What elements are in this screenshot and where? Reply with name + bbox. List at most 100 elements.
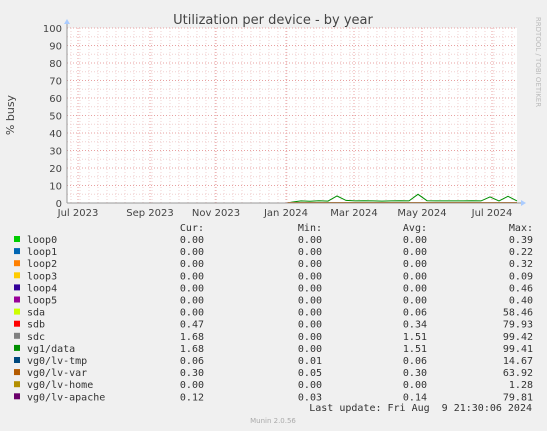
legend-swatch <box>14 308 20 315</box>
legend-series-name: loop2 <box>27 259 57 270</box>
legend-series-name: loop0 <box>27 235 57 246</box>
legend-value: 0.34 <box>403 320 427 331</box>
x-tick-label: Jul 2024 <box>471 208 513 219</box>
y-axis-label: % busy <box>4 94 17 135</box>
legend-series-name: loop3 <box>27 271 57 282</box>
legend-value: 0.00 <box>403 296 427 307</box>
legend-swatch <box>14 284 20 291</box>
legend-value: 1.68 <box>180 332 204 343</box>
legend-header: Min: <box>298 223 322 234</box>
legend-value: 1.51 <box>403 332 427 343</box>
legend-value: 0.40 <box>509 296 533 307</box>
legend-value: 0.00 <box>180 247 204 258</box>
legend-value: 0.00 <box>298 380 322 391</box>
legend: Cur: Min: Avg: Max:loop0 0.00 0.00 0.00 0.39loo… <box>14 223 533 403</box>
legend-header: Max: <box>509 223 533 234</box>
legend-value: 0.00 <box>180 296 204 307</box>
legend-swatch <box>14 332 20 339</box>
legend-swatch <box>14 369 20 376</box>
legend-value: 0.00 <box>298 259 322 270</box>
legend-series-name: loop4 <box>27 283 57 294</box>
legend-series-name: sdb <box>27 320 45 331</box>
legend-swatch <box>14 260 20 267</box>
legend-value: 0.00 <box>298 296 322 307</box>
legend-value: 99.41 <box>503 344 533 355</box>
x-tick-label: May 2024 <box>397 208 446 219</box>
legend-value: 79.81 <box>503 392 533 403</box>
x-axis-arrow-icon <box>521 200 526 206</box>
legend-swatch <box>14 357 20 363</box>
x-tick-label: Nov 2023 <box>192 208 240 219</box>
y-tick-label: 60 <box>49 94 62 105</box>
y-tick-label: 50 <box>49 112 62 123</box>
y-tick-label: 20 <box>49 164 62 175</box>
legend-value: 0.30 <box>403 368 427 379</box>
legend-value: 0.00 <box>298 308 322 319</box>
legend-series-name: vg1/data <box>27 344 75 355</box>
legend-swatch <box>14 320 20 327</box>
legend-value: 0.32 <box>509 259 533 270</box>
legend-value: 0.00 <box>180 308 204 319</box>
x-tick-labels: Jul 2023 Sep 2023 Nov 2023 Jan 2024 Mar 2024… <box>57 208 513 219</box>
legend-value: 0.00 <box>403 283 427 294</box>
legend-value: 0.00 <box>180 380 204 391</box>
legend-value: 0.06 <box>403 308 427 319</box>
legend-swatch <box>14 393 20 400</box>
legend-swatch <box>14 381 20 388</box>
legend-value: 0.00 <box>403 259 427 270</box>
y-tick-label: 100 <box>43 24 62 35</box>
legend-value: 0.00 <box>180 283 204 294</box>
legend-value: 0.00 <box>403 235 427 246</box>
legend-value: 0.47 <box>180 320 204 331</box>
x-tick-label: Jul 2023 <box>57 208 99 219</box>
legend-value: 63.92 <box>503 368 533 379</box>
y-tick-label: 30 <box>49 147 62 158</box>
legend-value: 0.00 <box>180 271 204 282</box>
legend-value: 0.30 <box>180 368 204 379</box>
legend-series-name: loop5 <box>27 296 57 307</box>
last-update: Last update: Fri Aug 9 21:30:06 2024 <box>309 403 532 414</box>
legend-value: 0.00 <box>298 235 322 246</box>
legend-value: 0.00 <box>298 332 322 343</box>
legend-swatch <box>14 344 20 351</box>
legend-swatch <box>14 248 20 255</box>
legend-series-name: vg0/lv-tmp <box>27 356 87 367</box>
x-tick-label: Sep 2023 <box>126 208 173 219</box>
legend-value: 0.39 <box>509 235 533 246</box>
legend-value: 1.68 <box>180 344 204 355</box>
legend-value: 0.00 <box>180 235 204 246</box>
chart-title: Utilization per device - by year <box>173 13 373 28</box>
x-tick-label: Jan 2024 <box>263 208 308 219</box>
legend-value: 1.28 <box>509 380 533 391</box>
legend-value: 0.14 <box>403 392 427 403</box>
rrdtool-watermark: RRDTOOL / TOBI OETIKER <box>534 17 542 107</box>
legend-swatch <box>14 236 20 242</box>
legend-value: 99.42 <box>503 332 533 343</box>
legend-value: 0.22 <box>509 247 533 258</box>
legend-value: 0.00 <box>403 380 427 391</box>
y-axis-arrow-icon <box>64 19 70 24</box>
legend-value: 0.00 <box>403 271 427 282</box>
legend-value: 0.46 <box>509 283 533 294</box>
legend-value: 0.06 <box>180 356 204 367</box>
y-tick-label: 90 <box>49 42 62 53</box>
legend-value: 0.00 <box>298 247 322 258</box>
y-tick-label: 70 <box>49 77 62 88</box>
y-tick-label: 40 <box>49 129 62 140</box>
munin-version: Munin 2.0.56 <box>250 417 296 425</box>
legend-series-name: vg0/lv-apache <box>27 392 105 403</box>
y-tick-label: 10 <box>49 182 62 193</box>
legend-value: 0.00 <box>298 344 322 355</box>
legend-swatch <box>14 296 20 303</box>
legend-value: 0.00 <box>403 247 427 258</box>
legend-series-name: sdc <box>27 332 45 343</box>
legend-value: 1.51 <box>403 344 427 355</box>
legend-value: 79.93 <box>503 320 533 331</box>
legend-value: 14.67 <box>503 356 533 367</box>
utilization-chart: Utilization per device - by year % busy … <box>4 13 542 425</box>
legend-value: 0.12 <box>180 392 204 403</box>
legend-series-name: vg0/lv-home <box>27 380 93 391</box>
legend-value: 0.00 <box>298 320 322 331</box>
legend-value: 0.03 <box>298 392 322 403</box>
legend-value: 0.01 <box>298 356 322 367</box>
